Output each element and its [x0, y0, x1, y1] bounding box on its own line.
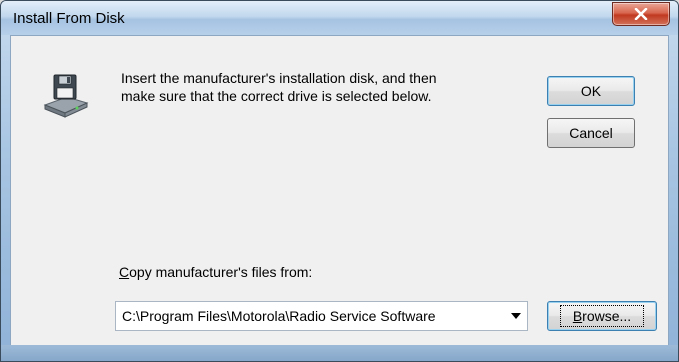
- window-bottom-border: [1, 345, 678, 361]
- browse-button[interactable]: Browse...: [547, 301, 657, 331]
- close-button[interactable]: [612, 2, 670, 26]
- install-from-disk-dialog: Install From Disk Insert the manufacture…: [0, 0, 679, 362]
- browse-label-mnemonic: B: [572, 308, 583, 324]
- title-bar[interactable]: Install From Disk: [1, 1, 678, 35]
- floppy-disk-drive-icon: [43, 74, 89, 118]
- copy-from-label: Copy manufacturer's files from:: [119, 264, 312, 280]
- dialog-body: Insert the manufacturer's installation d…: [10, 35, 669, 347]
- copy-from-path-value[interactable]: C:\Program Files\Motorola\Radio Service …: [116, 308, 505, 324]
- ok-button[interactable]: OK: [547, 76, 635, 106]
- copy-from-label-mnemonic: C: [119, 264, 130, 280]
- instruction-line-2: make sure that the correct drive is sele…: [121, 88, 432, 104]
- copy-from-combobox[interactable]: C:\Program Files\Motorola\Radio Service …: [115, 301, 528, 331]
- instruction-text: Insert the manufacturer's installation d…: [121, 69, 501, 105]
- chevron-down-icon: [511, 313, 521, 319]
- instruction-line-1: Insert the manufacturer's installation d…: [121, 70, 437, 86]
- copy-from-label-rest: opy manufacturer's files from:: [129, 264, 313, 280]
- cancel-button[interactable]: Cancel: [547, 118, 635, 148]
- browse-label-rest: rowse...: [582, 308, 632, 324]
- dropdown-arrow-button[interactable]: [505, 313, 527, 319]
- window-title: Install From Disk: [13, 10, 125, 27]
- close-icon: [634, 8, 648, 20]
- browse-button-label: Browse...: [559, 305, 645, 327]
